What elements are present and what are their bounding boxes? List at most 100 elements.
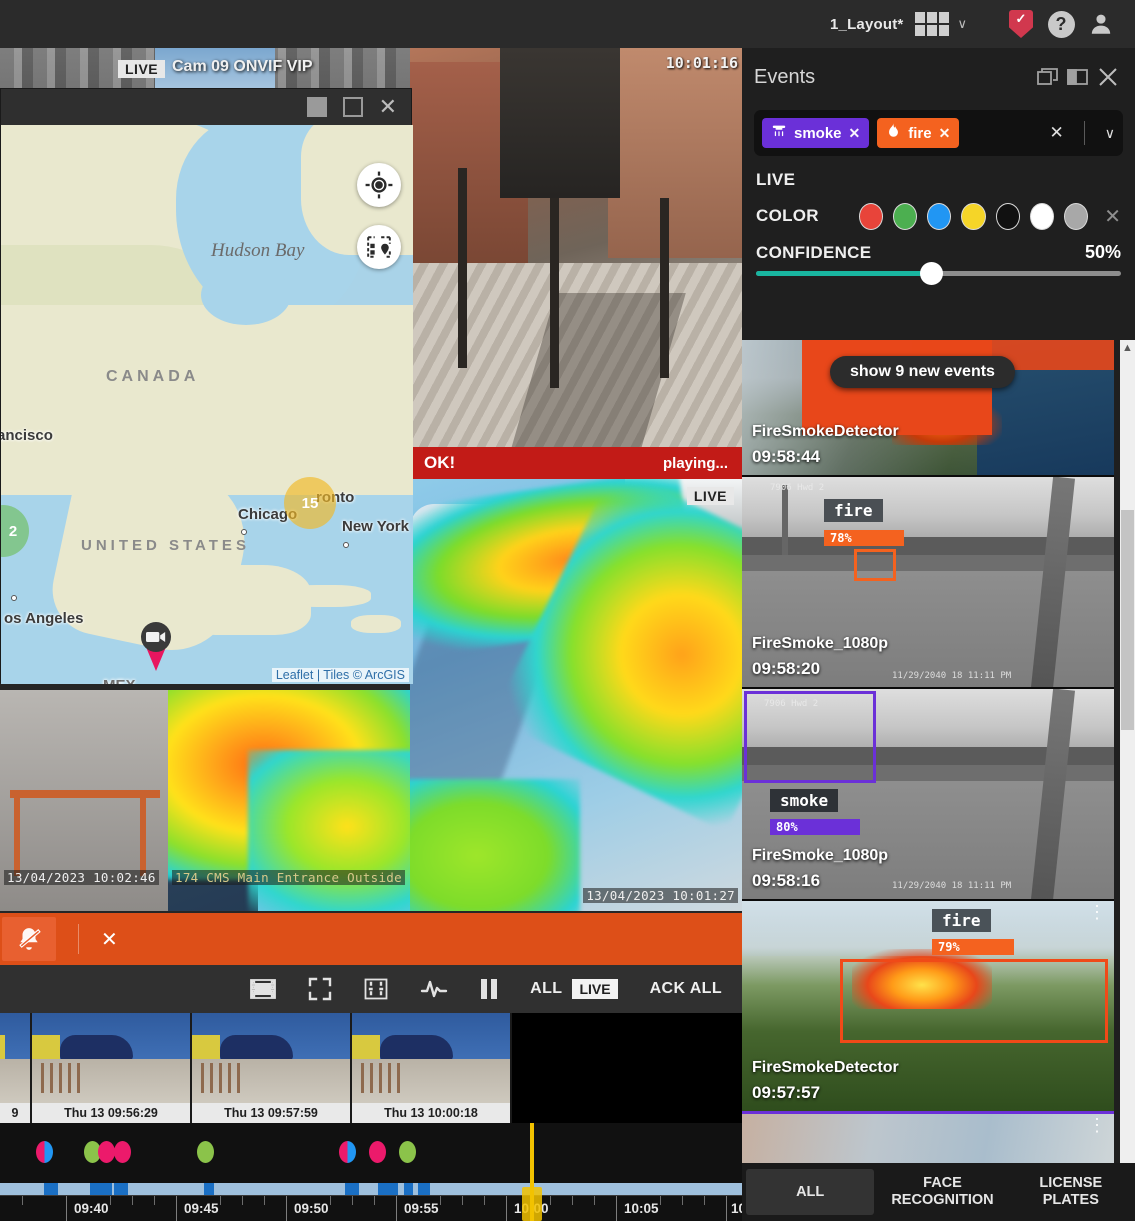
events-confidence-label: CONFIDENCE: [756, 243, 871, 263]
filter-clear-all-icon[interactable]: ✕: [1050, 123, 1064, 143]
color-swatch-yellow[interactable]: [961, 203, 985, 230]
timeline-tick: [506, 1196, 507, 1221]
scrollbar-thumb[interactable]: [1121, 510, 1134, 730]
windowed-icon[interactable]: [1033, 62, 1063, 92]
thumb-wall: [32, 1035, 60, 1061]
event-overflow-menu-icon[interactable]: ⋮: [1088, 909, 1106, 915]
timeline-marker[interactable]: [98, 1141, 115, 1163]
chevron-down-icon[interactable]: ∨: [957, 16, 967, 32]
filter-chip-fire[interactable]: fire ✕: [877, 118, 959, 148]
video-tile-cam09[interactable]: 10:01:16 13/04/2023 10:01:48: [410, 48, 742, 473]
cam09-pole-3: [660, 198, 669, 378]
event-card[interactable]: smoke 80% 7906 Hwd 2 11/29/2040 18 11:11…: [742, 687, 1114, 899]
tab-face-recognition[interactable]: FACE RECOGNITION: [878, 1163, 1006, 1221]
tile-d-rail-top: [10, 790, 160, 798]
fit-screen-icon[interactable]: [364, 977, 388, 1001]
map-land-hispaniola: [351, 615, 401, 633]
events-panel-header: Events: [742, 48, 1135, 106]
help-icon[interactable]: ?: [1041, 4, 1081, 44]
map-camera-pin[interactable]: [134, 615, 178, 673]
filmstrip-icon[interactable]: [250, 977, 276, 1001]
event-meta: FireSmokeDetector 09:58:44: [752, 423, 899, 467]
map-canvas[interactable]: Hudson Bay CANADA UNITED STATES Caribbea…: [1, 125, 413, 684]
event-source: FireSmokeDetector: [752, 1059, 899, 1077]
thumb-wall: [192, 1035, 220, 1061]
confidence-slider-knob[interactable]: [920, 262, 943, 285]
color-swatch-gray[interactable]: [1064, 203, 1088, 230]
thumbnail-empty-area: [512, 1013, 742, 1123]
event-smoke-haze: [742, 901, 1114, 956]
confidence-slider[interactable]: [756, 271, 1121, 276]
map-maximize-icon[interactable]: [343, 97, 363, 117]
tab-face-line2: RECOGNITION: [891, 1192, 993, 1209]
events-list[interactable]: FireSmokeDetector 09:58:44 show 9 new ev…: [742, 340, 1120, 1218]
thumbnail-item[interactable]: 9: [0, 1013, 32, 1123]
map-pin-area-icon[interactable]: [357, 225, 401, 269]
scroll-up-arrow-icon[interactable]: ▲: [1120, 340, 1135, 356]
thumbnail-item[interactable]: Thu 13 10:00:18: [352, 1013, 512, 1123]
event-card[interactable]: fire 79% ⋮ FireSmokeDetector 09:57:57: [742, 899, 1114, 1111]
timeline-marker[interactable]: [114, 1141, 131, 1163]
thumbnail-item[interactable]: Thu 13 09:56:29: [32, 1013, 192, 1123]
filter-chip-fire-label: fire: [908, 125, 931, 142]
pause-icon[interactable]: [480, 977, 498, 1001]
dock-right-icon[interactable]: [1063, 62, 1093, 92]
event-overflow-menu-icon[interactable]: ⋮: [1088, 1122, 1106, 1128]
shield-check-icon[interactable]: [1001, 4, 1041, 44]
event-card[interactable]: fire 78% 7906 Hwd 2 11/29/2040 18 11:11 …: [742, 475, 1114, 687]
filter-expand-chevron-icon[interactable]: ∨: [1105, 125, 1115, 142]
color-clear-icon[interactable]: ✕: [1104, 204, 1121, 229]
show-new-events-toast[interactable]: show 9 new events: [830, 356, 1015, 388]
timeline-recorded-bar[interactable]: [0, 1183, 742, 1195]
locate-icon[interactable]: [357, 163, 401, 207]
map-label-mexico: MEX: [103, 677, 136, 684]
bell-muted-icon[interactable]: [2, 917, 56, 961]
thumbnail-item[interactable]: Thu 13 09:57:59: [192, 1013, 352, 1123]
timeline-marker[interactable]: [339, 1141, 356, 1163]
timeline-event-markers: [0, 1123, 742, 1181]
event-detection-label: fire: [932, 909, 991, 932]
user-account-icon[interactable]: [1081, 4, 1121, 44]
tab-license-plates[interactable]: LICENSE PLATES: [1007, 1163, 1135, 1221]
filter-chip-fire-remove[interactable]: ✕: [939, 125, 951, 142]
timeline-tick-label: 10:05: [624, 1201, 659, 1216]
ack-all-button[interactable]: ACK ALL: [650, 980, 722, 998]
timeline-playhead[interactable]: [530, 1123, 534, 1221]
timeline-tick: [616, 1196, 617, 1221]
map-cluster-toronto[interactable]: 15: [284, 477, 336, 529]
color-swatch-green[interactable]: [893, 203, 917, 230]
fullscreen-icon[interactable]: [308, 977, 332, 1001]
map-restore-icon[interactable]: [307, 97, 327, 117]
video-tile-bottom-heatmap[interactable]: 174 CMS Main Entrance Outside: [168, 690, 410, 911]
timeline-tick-label: 09:50: [294, 1201, 329, 1216]
color-swatch-blue[interactable]: [927, 203, 951, 230]
timeline-marker[interactable]: [399, 1141, 416, 1163]
events-scrollbar[interactable]: ▲ ▼: [1120, 340, 1135, 1218]
map-attribution[interactable]: Leaflet | Tiles © ArcGIS: [272, 668, 409, 682]
timeline-segment: [44, 1183, 58, 1195]
color-swatch-white[interactable]: [1030, 203, 1054, 230]
playback-all-label[interactable]: ALL: [530, 980, 562, 998]
filter-chip-smoke-remove[interactable]: ✕: [849, 125, 861, 142]
timeline[interactable]: 09:40 09:45 09:50 09:55 10:00 10:05 10: [0, 1123, 742, 1221]
thumb-wall: [352, 1035, 380, 1061]
pulse-icon[interactable]: [420, 977, 448, 1001]
timeline-marker[interactable]: [369, 1141, 386, 1163]
close-icon[interactable]: [1093, 62, 1123, 92]
video-tile-heatmap-main[interactable]: LIVE 13/04/2023 10:01:27: [410, 479, 742, 911]
timeline-playhead-handle[interactable]: [522, 1187, 542, 1221]
tile-d-rail-right: [140, 796, 146, 876]
color-swatch-black[interactable]: [996, 203, 1020, 230]
event-detection-confidence: 79%: [932, 939, 1014, 955]
filter-chip-smoke[interactable]: smoke ✕: [762, 118, 869, 148]
timeline-marker[interactable]: [36, 1141, 53, 1163]
alert-close-icon[interactable]: ✕: [101, 927, 118, 952]
playback-live-toggle[interactable]: LIVE: [572, 979, 617, 999]
color-swatch-red[interactable]: [859, 203, 883, 230]
timeline-marker[interactable]: [197, 1141, 214, 1163]
video-tile-bottom-left[interactable]: 13/04/2023 10:02:46: [0, 690, 168, 911]
map-close-icon[interactable]: ✕: [379, 98, 397, 116]
event-card[interactable]: FireSmokeDetector 09:58:44 show 9 new ev…: [742, 340, 1114, 475]
tab-all[interactable]: ALL: [746, 1169, 874, 1215]
grid-layout-icon[interactable]: [915, 12, 949, 36]
